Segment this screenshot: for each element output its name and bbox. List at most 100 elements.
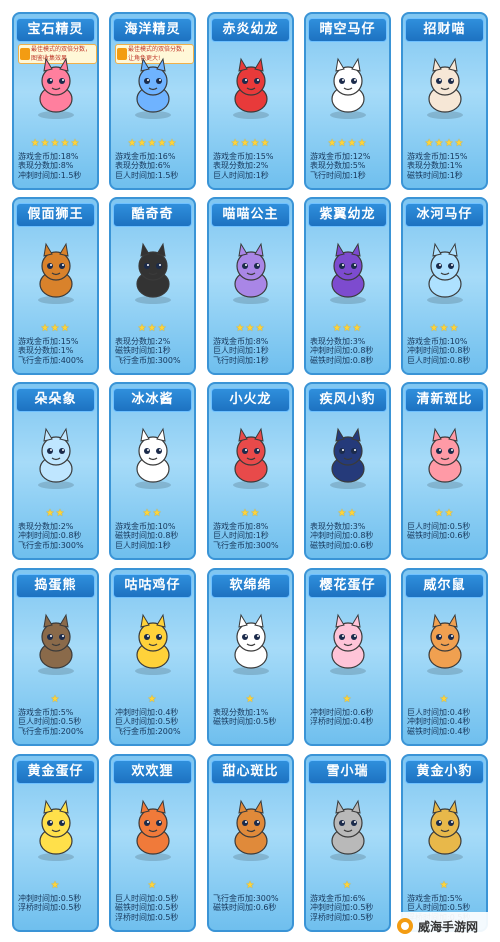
pet-card[interactable]: 清新斑比 ★★ 巨人时间加:0.5秒 磁铁时间加:0.6秒 [401, 382, 488, 560]
pet-stats: 游戏金币加:10% 冲刺时间加:0.8秒 巨人时间加:0.8秒 [407, 337, 484, 365]
pet-name: 赤炎幼龙 [211, 18, 290, 42]
stat-line: 冲刺时间加:1.5秒 [18, 170, 82, 180]
stat-line: 浮桥时间加:0.5秒 [310, 912, 374, 922]
pet-stats: 表现分数加:2% 冲刺时间加:0.8秒 飞行金币加:300% [18, 522, 95, 550]
pet-card[interactable]: 甜心斑比 ★ 飞行金币加:300% 磁铁时间加:0.6秒 [207, 754, 294, 932]
pet-card[interactable]: 宝石精灵 最佳模式的双倍分数，图鉴收集效果 ★★★★★ 游戏金币加:18% 表现分数加:… [12, 12, 99, 190]
pet-stats: 游戏金币加:15% 表现分数加:1% 飞行金币加:400% [18, 337, 95, 365]
pet-stats: 游戏金币加:15% 表现分数加:1% 磁铁时间加:1秒 [407, 152, 484, 180]
stat-line: 冲刺时间加:0.8秒 [310, 531, 374, 541]
pet-image [411, 52, 478, 126]
pet-image [217, 608, 284, 682]
pet-creature-icon [134, 613, 171, 675]
stat-line: 表现分数加:2% [213, 161, 269, 171]
pet-card[interactable]: 欢欢狸 ★ 巨人时间加:0.5秒 磁铁时间加:0.5秒 浮桥时间加:0.5秒 [109, 754, 196, 932]
stat-line: 飞行金币加:200% [115, 726, 181, 736]
stat-line: 飞行时间加:1秒 [310, 170, 366, 180]
pet-stats: 游戏金币加:18% 表现分数加:8% 冲刺时间加:1.5秒 [18, 152, 95, 180]
pet-creature-icon [232, 57, 269, 119]
pet-card[interactable]: 冰冰酱 ★★ 游戏金币加:10% 磁铁时间加:0.8秒 巨人时间加:1秒 [109, 382, 196, 560]
stat-line: 磁铁时间加:1秒 [115, 346, 171, 356]
pet-name: 黄金小豹 [405, 760, 484, 784]
pet-card[interactable]: 软绵绵 ★ 表现分数加:1% 磁铁时间加:0.5秒 [207, 568, 294, 746]
pet-card[interactable]: 冰河马仔 ★★★ 游戏金币加:10% 冲刺时间加:0.8秒 巨人时间加:0.8秒 [401, 197, 488, 375]
stat-line: 磁铁时间加:0.6秒 [213, 903, 277, 913]
stat-line: 冲刺时间加:0.8秒 [310, 346, 374, 356]
pet-name: 假面狮王 [16, 203, 95, 227]
pet-stats: 巨人时间加:0.4秒 冲刺时间加:0.4秒 磁铁时间加:0.4秒 [407, 708, 484, 736]
pet-creature-icon [426, 613, 463, 675]
star-rating: ★★★★ [424, 138, 465, 149]
pet-card[interactable]: 咕咕鸡仔 ★ 冲刺时间加:0.4秒 巨人时间加:0.5秒 飞行金币加:200% [109, 568, 196, 746]
pet-image [411, 237, 478, 311]
pet-stats: 表现分数加:1% 磁铁时间加:0.5秒 [213, 708, 290, 727]
pet-stats: 巨人时间加:0.5秒 磁铁时间加:0.5秒 浮桥时间加:0.5秒 [115, 894, 192, 922]
pet-card[interactable]: 假面狮王 ★★★ 游戏金币加:15% 表现分数加:1% 飞行金币加:400% [12, 197, 99, 375]
pet-name: 晴空马仔 [308, 18, 387, 42]
stat-line: 表现分数加:3% [310, 522, 366, 531]
stat-line: 冲刺时间加:0.4秒 [407, 717, 471, 727]
stat-line: 冲刺时间加:0.8秒 [407, 346, 471, 356]
pet-creature-icon [134, 427, 171, 489]
star-rating: ★★ [240, 508, 261, 519]
pet-image [22, 608, 89, 682]
pet-card[interactable]: 紫翼幼龙 ★★★ 表现分数加:3% 冲刺时间加:0.8秒 磁铁时间加:0.8秒 [304, 197, 391, 375]
star-rating: ★ [245, 694, 256, 705]
stat-line: 冲刺时间加:0.5秒 [18, 894, 82, 903]
stat-line: 飞行金币加:400% [18, 355, 84, 365]
stat-line: 巨人时间加:0.5秒 [18, 717, 82, 727]
pet-stats: 游戏金币加:5% 巨人时间加:0.5秒 飞行金币加:200% [18, 708, 95, 736]
pet-stats: 冲刺时间加:0.5秒 浮桥时间加:0.5秒 [18, 894, 95, 913]
pet-card[interactable]: 黄金小豹★游戏金币加:5%巨人时间加:0.5秒浮桥时间加:0.5秒 [401, 754, 488, 932]
star-rating: ★ [439, 694, 450, 705]
pet-card[interactable]: 小火龙 ★★ 游戏金币加:8% 巨人时间加:1秒 飞行金币加:300% [207, 382, 294, 560]
pet-creature-icon [232, 613, 269, 675]
stat-line: 游戏金币加:5% [18, 708, 74, 717]
pet-card[interactable]: 黄金蛋仔 ★ 冲刺时间加:0.5秒 浮桥时间加:0.5秒 [12, 754, 99, 932]
star-rating: ★★★ [429, 323, 460, 334]
pet-card[interactable]: 海洋精灵 最佳模式的双倍分数，让角色更大! ★★★★★ 游戏金币加:16% 表现分数加:… [109, 12, 196, 190]
stat-line: 磁铁时间加:0.8秒 [115, 531, 179, 541]
star-rating: ★★★★★ [127, 138, 178, 149]
pet-card[interactable]: 赤炎幼龙 ★★★★ 游戏金币加:15% 表现分数加:2% 巨人时间加:1秒 [207, 12, 294, 190]
pet-creature-icon [37, 427, 74, 489]
star-rating: ★★★★ [327, 138, 368, 149]
pet-creature-icon [329, 799, 366, 861]
pet-card[interactable]: 酷奇奇 ★★★ 表现分数加:2% 磁铁时间加:1秒 飞行金币加:300% [109, 197, 196, 375]
pet-card[interactable]: 疾风小豹 ★★ 表现分数加:3% 冲刺时间加:0.8秒 磁铁时间加:0.6秒 [304, 382, 391, 560]
pet-card[interactable]: 晴空马仔 ★★★★ 游戏金币加:12% 表现分数加:5% 飞行时间加:1秒 [304, 12, 391, 190]
pet-card[interactable]: 樱花蛋仔 ★ 冲刺时间加:0.6秒 浮桥时间加:0.4秒 [304, 568, 391, 746]
pet-card[interactable]: 捣蛋熊 ★ 游戏金币加:5% 巨人时间加:0.5秒 飞行金币加:200% [12, 568, 99, 746]
watermark-logo-icon [397, 918, 413, 934]
watermark: 威海手游网 [392, 912, 498, 940]
pet-creature-icon [329, 242, 366, 304]
pet-card[interactable]: 威尔鼠 ★ 巨人时间加:0.4秒 冲刺时间加:0.4秒 磁铁时间加:0.4秒 [401, 568, 488, 746]
pet-card[interactable]: 朵朵象 ★★ 表现分数加:2% 冲刺时间加:0.8秒 飞行金币加:300% [12, 382, 99, 560]
pet-stats: 表现分数加:3% 冲刺时间加:0.8秒 磁铁时间加:0.6秒 [310, 522, 387, 550]
stat-line: 游戏金币加:15% [18, 337, 79, 346]
pet-image [22, 794, 89, 868]
pet-card[interactable]: 招财喵 ★★★★ 游戏金币加:15% 表现分数加:1% 磁铁时间加:1秒 [401, 12, 488, 190]
pet-card[interactable]: 雪小瑞 ★ 游戏金币加:6% 冲刺时间加:0.5秒 浮桥时间加:0.5秒 [304, 754, 391, 932]
pet-image [22, 237, 89, 311]
pet-image [22, 422, 89, 496]
pet-creature-icon [37, 57, 74, 119]
stat-line: 磁铁时间加:1秒 [407, 170, 463, 180]
stat-line: 游戏金币加:10% [115, 522, 176, 531]
pet-name: 紫翼幼龙 [308, 203, 387, 227]
pet-image [119, 237, 186, 311]
pet-creature-icon [232, 242, 269, 304]
pet-name: 海洋精灵 [113, 18, 192, 42]
stat-line: 游戏金币加:15% [213, 152, 274, 161]
stat-line: 浮桥时间加:0.4秒 [310, 717, 374, 727]
stat-line: 表现分数加:1% [407, 161, 463, 171]
pet-creature-icon [426, 799, 463, 861]
pet-creature-icon [426, 427, 463, 489]
stat-line: 飞行金币加:300% [18, 540, 84, 550]
stat-line: 表现分数加:8% [18, 161, 74, 171]
pet-stats: 游戏金币加:8% 巨人时间加:1秒 飞行金币加:300% [213, 522, 290, 550]
pet-name: 欢欢狸 [113, 760, 192, 784]
stat-line: 游戏金币加:5% [407, 894, 463, 903]
pet-card[interactable]: 喵喵公主 ★★★ 游戏金币加:8% 巨人时间加:1秒 飞行时间加:1秒 [207, 197, 294, 375]
stat-line: 表现分数加:2% [115, 337, 171, 346]
